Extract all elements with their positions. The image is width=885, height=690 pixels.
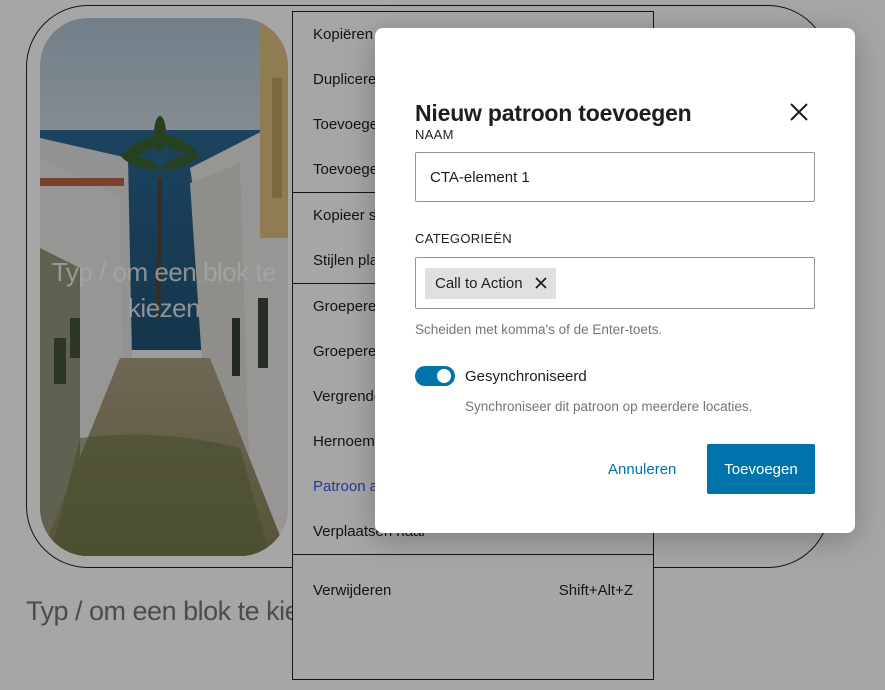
category-token: Call to Action: [425, 267, 556, 299]
name-input[interactable]: CTA-element 1: [415, 152, 815, 202]
sync-label[interactable]: Gesynchroniseerd: [465, 368, 587, 385]
cancel-button[interactable]: Annuleren: [593, 444, 691, 494]
add-button[interactable]: Toevoegen: [707, 444, 815, 494]
name-input-value: CTA-element 1: [430, 168, 530, 186]
category-token-label: Call to Action: [435, 274, 523, 292]
close-button[interactable]: [783, 96, 815, 128]
categories-help: Scheiden met komma's of de Enter-toets.: [415, 322, 663, 337]
add-pattern-modal: Nieuw patroon toevoegen NAAM CTA-element…: [375, 28, 855, 533]
close-icon: [790, 103, 808, 121]
name-label: NAAM: [415, 127, 454, 142]
categories-field[interactable]: Call to Action: [415, 257, 815, 309]
sync-toggle[interactable]: [415, 366, 455, 386]
sync-help: Synchroniseer dit patroon op meerdere lo…: [465, 399, 753, 414]
close-icon: [534, 277, 547, 289]
categories-label: CATEGORIEËN: [415, 231, 512, 246]
modal-title: Nieuw patroon toevoegen: [415, 100, 692, 126]
remove-token-button[interactable]: [534, 276, 548, 290]
toggle-knob: [437, 369, 451, 383]
